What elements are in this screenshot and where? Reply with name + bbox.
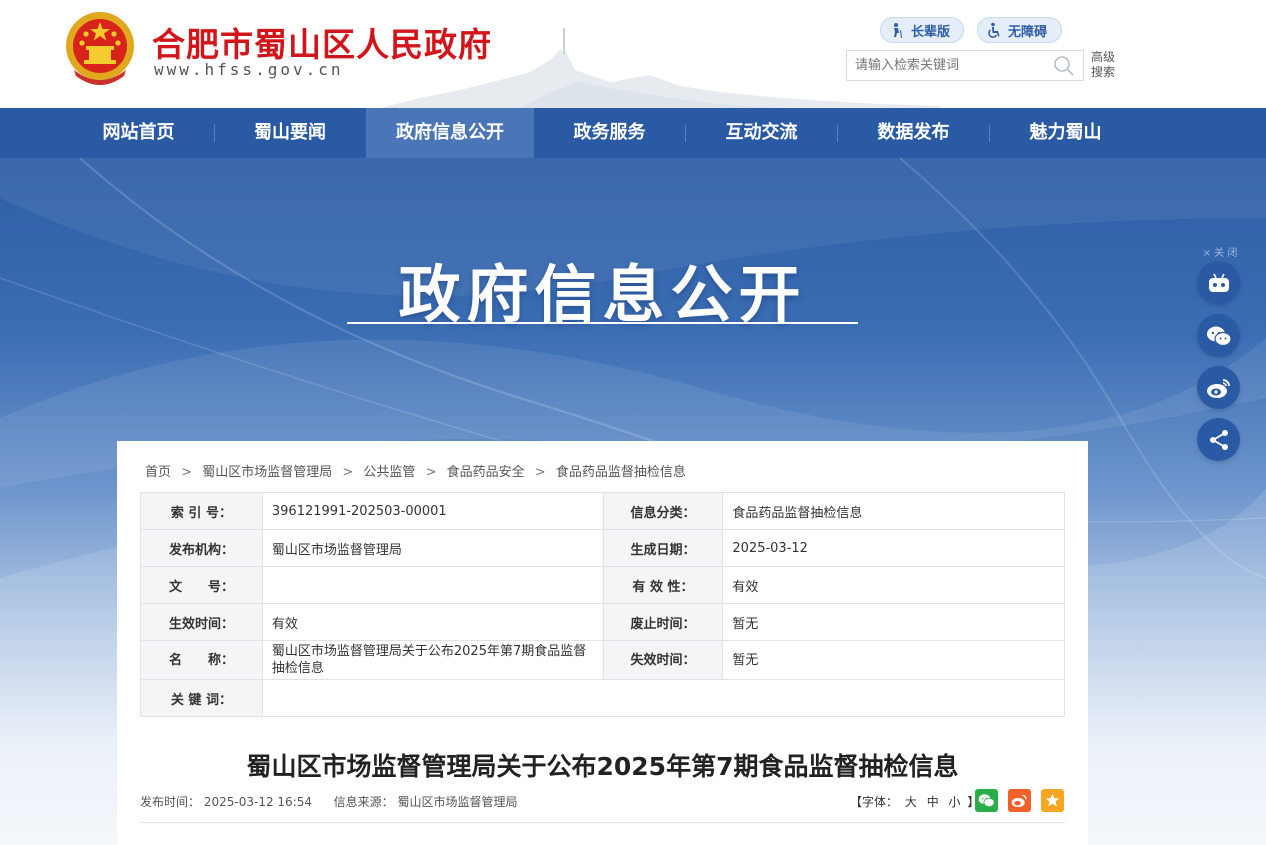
search-input[interactable] <box>847 51 1047 80</box>
effective-time-label: 生效时间： <box>140 603 263 641</box>
site-title[interactable]: 合肥市蜀山区人民政府 <box>152 18 492 66</box>
table-row: 生效时间： 有效 废止时间： 暂无 <box>140 603 1065 641</box>
accessibility-button[interactable]: 无障碍 <box>977 17 1062 43</box>
repeal-time-value: 暂无 <box>722 603 1065 641</box>
index-value: 396121991-202503-00001 <box>261 492 604 530</box>
share-weibo-button[interactable] <box>1008 789 1031 812</box>
advanced-search-link[interactable]: 高级 搜索 <box>1091 50 1121 80</box>
table-row: 索 引 号： 396121991-202503-00001 信息分类： 食品药品… <box>140 492 1065 530</box>
robot-assistant-button[interactable] <box>1197 261 1240 304</box>
font-large-button[interactable]: 大 <box>905 795 917 809</box>
weibo-side-button[interactable] <box>1197 366 1240 409</box>
nav-item-gov-info[interactable]: 政府信息公开 <box>366 108 534 158</box>
share-wechat-button[interactable] <box>975 789 998 812</box>
source-value: 蜀山区市场监督管理局 <box>397 795 518 809</box>
validity-value: 有效 <box>722 566 1065 604</box>
repeal-time-label: 废止时间： <box>602 603 724 641</box>
wheelchair-icon <box>988 22 1000 38</box>
name-value: 蜀山区市场监督管理局关于公布2025年第7期食品监督抽检信息 <box>261 640 604 680</box>
publisher-label: 发布机构： <box>140 529 263 567</box>
article-title: 蜀山区市场监督管理局关于公布2025年第7期食品监督抽检信息 <box>246 752 959 781</box>
breadcrumb-item-public-supervision[interactable]: 公共监管 <box>363 465 415 480</box>
validity-label: 有 效 性： <box>602 566 724 604</box>
nav-item-services[interactable]: 政务服务 <box>534 108 685 158</box>
expire-time-value: 暂无 <box>722 640 1065 680</box>
elder-mode-label: 长辈版 <box>911 24 951 40</box>
site-header: 合肥市蜀山区人民政府 www.hfss.gov.cn 长辈版 无障碍 高级 搜索 <box>0 0 1266 108</box>
share-icon <box>1209 429 1228 450</box>
robot-icon <box>1208 273 1229 292</box>
banner-title: 政府信息公开 <box>398 258 807 331</box>
star-icon <box>1045 793 1060 807</box>
title-divider <box>140 822 1065 823</box>
breadcrumb-separator: > <box>534 465 546 480</box>
table-row: 名 称： 蜀山区市场监督管理局关于公布2025年第7期食品监督抽检信息 失效时间… <box>140 640 1065 680</box>
breadcrumb-item-bureau[interactable]: 蜀山区市场监督管理局 <box>202 465 332 480</box>
accessibility-label: 无障碍 <box>1008 24 1048 40</box>
nav-item-home[interactable]: 网站首页 <box>63 108 214 158</box>
nav-item-data[interactable]: 数据发布 <box>838 108 989 158</box>
category-label: 信息分类： <box>602 492 724 530</box>
created-date-value: 2025-03-12 <box>722 529 1065 567</box>
content-card: 首页 > 蜀山区市场监督管理局 > 公共监管 > 食品药品安全 > 食品药品监督… <box>117 441 1088 845</box>
info-metadata-table: 索 引 号： 396121991-202503-00001 信息分类： 食品药品… <box>140 492 1066 717</box>
font-size-prefix: 【字体： <box>850 795 899 809</box>
table-row: 关 键 词： <box>140 679 1066 717</box>
banner-underline <box>347 322 858 324</box>
doc-number-value <box>261 566 604 604</box>
elder-mode-button[interactable]: 长辈版 <box>880 17 964 43</box>
source-label: 信息来源： <box>333 795 394 809</box>
weibo-icon <box>1206 378 1230 398</box>
elder-person-icon <box>894 23 902 38</box>
site-url: www.hfss.gov.cn <box>154 60 344 79</box>
weibo-icon <box>1011 794 1027 808</box>
share-side-button[interactable] <box>1197 418 1240 461</box>
national-emblem-icon <box>66 12 134 85</box>
publish-time-value: 2025-03-12 16:54 <box>203 795 312 809</box>
breadcrumb-item-home[interactable]: 首页 <box>145 465 171 480</box>
index-label: 索 引 号： <box>140 492 263 530</box>
main-nav: 网站首页 蜀山要闻 政府信息公开 政务服务 互动交流 数据发布 魅力蜀山 <box>0 108 1266 158</box>
nav-item-news[interactable]: 蜀山要闻 <box>215 108 365 158</box>
wechat-side-button[interactable] <box>1197 314 1240 357</box>
breadcrumb-item-food-drug-safety[interactable]: 食品药品安全 <box>447 465 525 480</box>
name-label: 名 称： <box>140 640 263 680</box>
publish-info: 发布时间： 2025-03-12 16:54 信息来源： 蜀山区市场监督管理局 <box>140 793 518 810</box>
font-small-button[interactable]: 小 <box>949 795 961 809</box>
publisher-value: 蜀山区市场监督管理局 <box>261 529 604 567</box>
nav-item-charm[interactable]: 魅力蜀山 <box>990 108 1141 158</box>
side-close-button[interactable]: × 关 闭 <box>1200 244 1240 259</box>
breadcrumb: 首页 > 蜀山区市场监督管理局 > 公共监管 > 食品药品安全 > 食品药品监督… <box>145 461 686 480</box>
breadcrumb-separator: > <box>181 465 193 480</box>
keywords-value <box>261 679 1066 717</box>
created-date-label: 生成日期： <box>602 529 724 567</box>
nav-item-interaction[interactable]: 互动交流 <box>686 108 837 158</box>
table-row: 文 号： 有 效 性： 有效 <box>140 566 1065 604</box>
search-icon[interactable] <box>1053 55 1075 77</box>
breadcrumb-separator: > <box>342 465 354 480</box>
font-medium-button[interactable]: 中 <box>927 795 939 809</box>
search-box <box>846 50 1084 81</box>
effective-time-value: 有效 <box>261 603 604 641</box>
publish-time-label: 发布时间： <box>140 795 201 809</box>
category-value: 食品药品监督抽检信息 <box>722 492 1065 530</box>
breadcrumb-item-inspection-info[interactable]: 食品药品监督抽检信息 <box>556 465 686 480</box>
wechat-icon <box>978 794 995 808</box>
expire-time-label: 失效时间： <box>602 640 724 680</box>
favorite-button[interactable] <box>1041 789 1064 812</box>
doc-number-label: 文 号： <box>140 566 263 604</box>
wechat-icon <box>1206 326 1232 346</box>
breadcrumb-separator: > <box>425 465 437 480</box>
keywords-label: 关 键 词： <box>140 679 263 717</box>
table-row: 发布机构： 蜀山区市场监督管理局 生成日期： 2025-03-12 <box>140 529 1065 567</box>
font-size-control: 【字体： 大 中 小 】 <box>850 793 979 810</box>
